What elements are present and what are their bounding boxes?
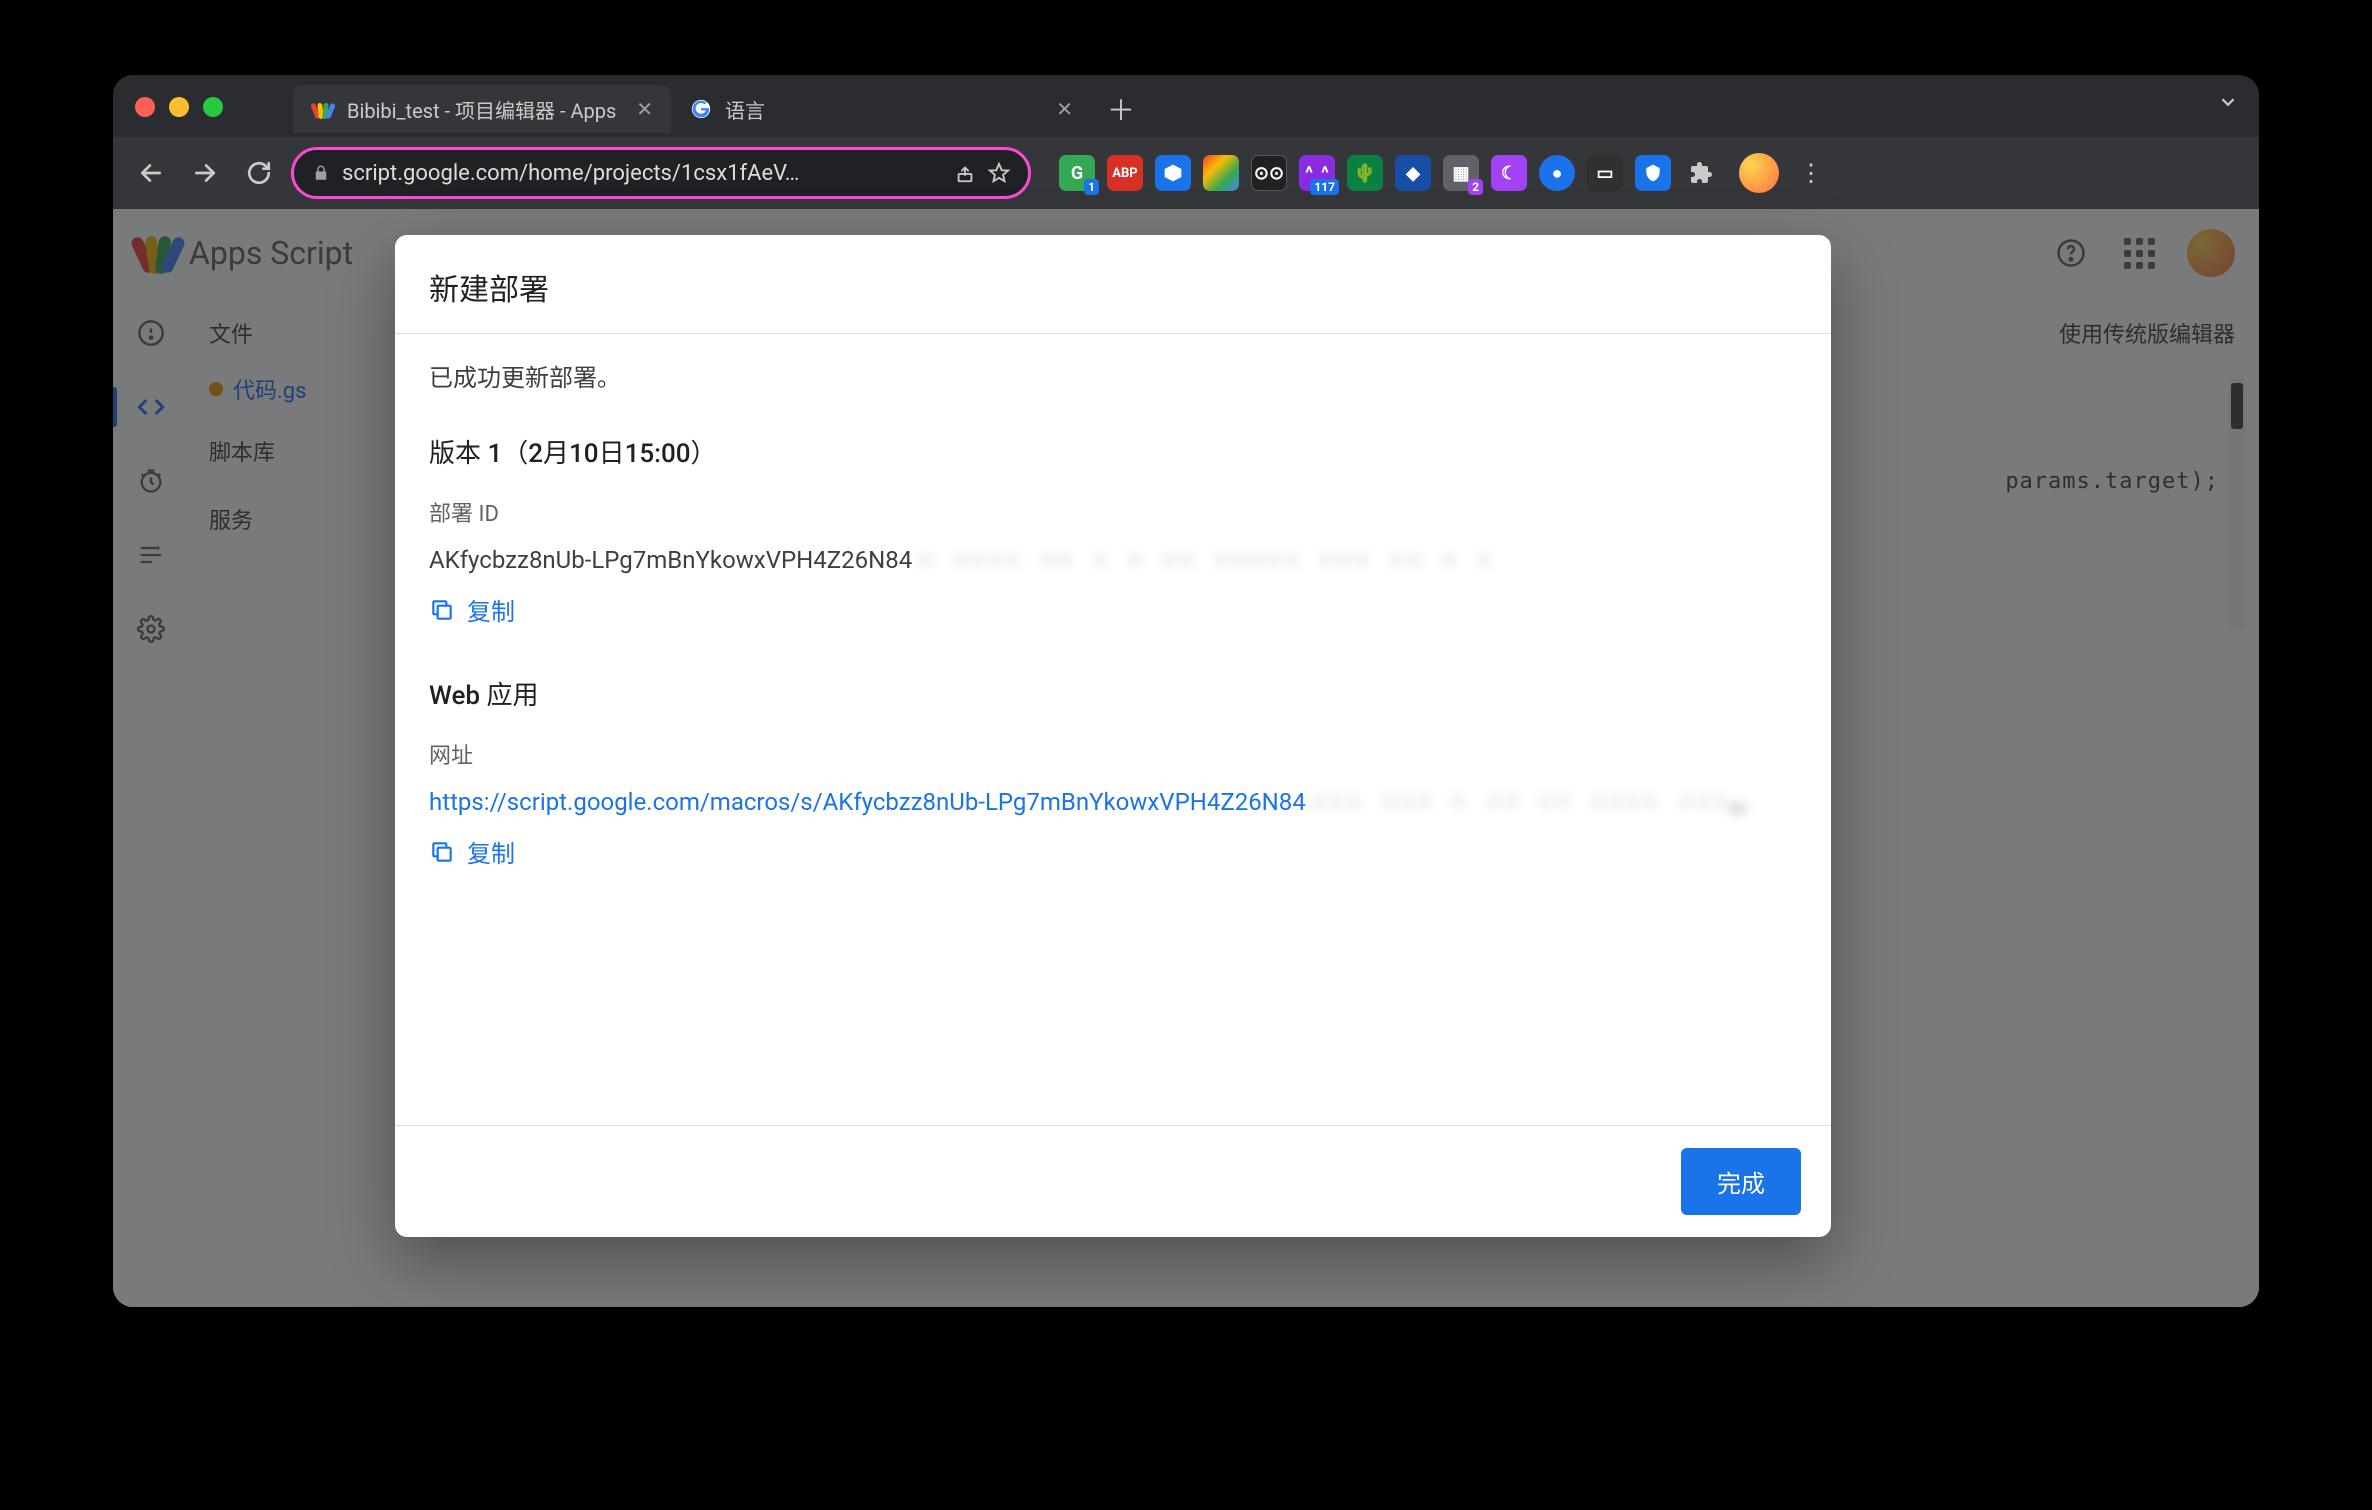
web-app-heading: Web 应用: [429, 675, 1797, 712]
url-label: 网址: [429, 738, 1797, 770]
close-tab-icon[interactable]: ✕: [636, 97, 653, 121]
reload-button[interactable]: [237, 151, 281, 195]
done-button[interactable]: 完成: [1681, 1148, 1801, 1215]
deployment-id-label: 部署 ID: [429, 496, 1797, 528]
extension-badge: 117: [1310, 179, 1339, 195]
extension-icon[interactable]: [1635, 155, 1671, 191]
copy-label: 复制: [467, 592, 515, 627]
tab-google-language[interactable]: 语言 ✕: [671, 85, 1091, 133]
address-bar[interactable]: script.google.com/home/projects/1csx1fAe…: [291, 147, 1031, 199]
extension-icon[interactable]: 🌵: [1347, 155, 1383, 191]
new-tab-button[interactable]: ＋: [1101, 89, 1141, 129]
dialog-body: 已成功更新部署。 版本 1（2月10日15:00） 部署 ID AKfycbzz…: [395, 334, 1831, 1125]
copy-deployment-id-button[interactable]: 复制: [429, 592, 1797, 627]
translate-icon[interactable]: [1155, 155, 1191, 191]
version-heading: 版本 1（2月10日15:00）: [429, 433, 1797, 470]
browser-toolbar: script.google.com/home/projects/1csx1fAe…: [113, 137, 2259, 209]
extension-icon[interactable]: ☾: [1491, 155, 1527, 191]
dialog-footer: 完成: [395, 1125, 1831, 1237]
profile-avatar[interactable]: [1739, 153, 1779, 193]
share-icon[interactable]: [954, 162, 976, 184]
extensions-menu-icon[interactable]: [1683, 155, 1719, 191]
tab-apps-script[interactable]: Bibibi_test - 项目编辑器 - Apps ✕: [293, 85, 671, 133]
tab-title: Bibibi_test - 项目编辑器 - Apps: [347, 95, 616, 124]
tab-strip: Bibibi_test - 项目编辑器 - Apps ✕ 语言 ✕ ＋: [293, 81, 2179, 137]
extension-badge: 1: [1084, 179, 1099, 195]
dialog-title: 新建部署: [395, 235, 1831, 334]
forward-button[interactable]: [183, 151, 227, 195]
extension-icon[interactable]: ▦2: [1443, 155, 1479, 191]
browser-menu-icon[interactable]: ⋮: [1791, 159, 1831, 187]
extension-icon[interactable]: ◆: [1395, 155, 1431, 191]
new-deployment-dialog: 新建部署 已成功更新部署。 版本 1（2月10日15:00） 部署 ID AKf…: [395, 235, 1831, 1237]
back-button[interactable]: [129, 151, 173, 195]
tab-title: 语言: [725, 95, 765, 124]
extension-icon[interactable]: ●: [1539, 155, 1575, 191]
extension-icon[interactable]: ▭: [1587, 155, 1623, 191]
web-app-url-link[interactable]: https://script.google.com/macros/s/AKfyc…: [429, 788, 1306, 816]
extension-badge: 2: [1468, 179, 1483, 195]
success-message: 已成功更新部署。: [429, 358, 1797, 393]
window-controls: [135, 97, 223, 117]
tab-overflow-icon[interactable]: [2217, 91, 2239, 113]
extension-icon[interactable]: G1: [1059, 155, 1095, 191]
page-content: Apps Script: [113, 209, 2259, 1307]
copy-url-button[interactable]: 复制: [429, 834, 1797, 869]
maximize-window-button[interactable]: [203, 97, 223, 117]
minimize-window-button[interactable]: [169, 97, 189, 117]
close-tab-icon[interactable]: ✕: [1056, 97, 1073, 121]
adblock-icon[interactable]: ABP: [1107, 155, 1143, 191]
extension-icons: G1 ABP ⊙⊙ ^_^117 🌵 ◆ ▦2 ☾ ● ▭ ⋮: [1059, 153, 1831, 193]
url-text: script.google.com/home/projects/1csx1fAe…: [342, 161, 942, 186]
browser-window: Bibibi_test - 项目编辑器 - Apps ✕ 语言 ✕ ＋: [113, 75, 2259, 1307]
deployment-id-value: AKfycbzz8nUb-LPg7mBnYkowxVPH4Z26N84 · ··…: [429, 546, 1797, 574]
bookmark-star-icon[interactable]: [988, 162, 1010, 184]
copy-label: 复制: [467, 834, 515, 869]
close-window-button[interactable]: [135, 97, 155, 117]
apps-script-favicon: [311, 97, 335, 121]
extension-icon[interactable]: ^_^117: [1299, 155, 1335, 191]
lock-icon: [312, 164, 330, 182]
google-favicon: [689, 97, 713, 121]
extension-icon[interactable]: [1203, 155, 1239, 191]
extension-icon[interactable]: ⊙⊙: [1251, 155, 1287, 191]
web-app-url-value: https://script.google.com/macros/s/AKfyc…: [429, 788, 1797, 816]
